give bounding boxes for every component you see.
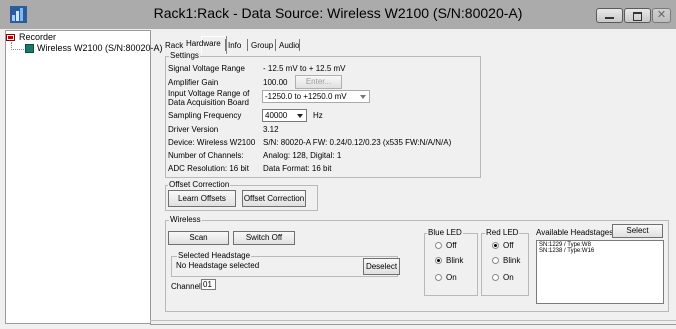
- red-led-blink-label: Blink: [503, 256, 521, 265]
- blue-led-blink-label: Blink: [446, 256, 464, 265]
- close-button[interactable]: ✕: [652, 8, 671, 23]
- red-led-blink-radio[interactable]: [492, 257, 499, 264]
- maximize-button[interactable]: [624, 8, 651, 23]
- red-led-on-radio[interactable]: [492, 274, 499, 281]
- tab-group[interactable]: Group: [251, 41, 273, 50]
- amp-gain-value: 100.00: [263, 78, 288, 87]
- tab-separator: [247, 39, 248, 51]
- panel-bottom-line: [150, 324, 676, 325]
- selected-headstage-value: No Headstage selected: [176, 261, 260, 270]
- tab-rack[interactable]: Rack: [165, 41, 183, 50]
- channels-label: Number of Channels:: [168, 151, 244, 160]
- device-label: Device: Wireless W2100: [168, 138, 256, 147]
- channels-value: Analog: 128, Digital: 1: [263, 151, 342, 160]
- list-item[interactable]: SN:1238 / Type:W16: [539, 248, 594, 254]
- red-led-title: Red LED: [485, 228, 520, 237]
- blue-led-blink-radio[interactable]: [435, 257, 442, 264]
- sampling-value: 40000: [265, 111, 288, 120]
- red-led-off-radio[interactable]: [492, 242, 499, 249]
- tab-separator: [275, 39, 276, 51]
- device-icon: [25, 44, 34, 53]
- sampling-label: Sampling Frequency: [168, 111, 242, 120]
- amp-gain-label: Amplifier Gain: [168, 78, 219, 87]
- red-led-on-label: On: [503, 273, 514, 282]
- device-value: S/N: 80020-A FW: 0.24/0.12/0.23 (x535 FW…: [263, 138, 452, 147]
- channel-input[interactable]: 01: [201, 279, 216, 290]
- tab-info[interactable]: Info: [228, 41, 241, 50]
- tree-item-recorder[interactable]: Recorder: [19, 32, 56, 42]
- tab-separator: [299, 39, 300, 51]
- blue-led-off-label: Off: [446, 241, 457, 250]
- blue-led-on-label: On: [446, 273, 457, 282]
- tab-separator: [225, 39, 226, 51]
- adc-label: ADC Resolution: 16 bit: [168, 164, 249, 173]
- tree-item-wireless-w2100[interactable]: Wireless W2100 (S/N:80020-A): [37, 43, 163, 53]
- deselect-button[interactable]: Deselect: [363, 258, 400, 275]
- tree-connector: [11, 49, 24, 50]
- driver-label: Driver Version: [168, 125, 219, 134]
- offset-correction-button[interactable]: Offset Correction: [242, 190, 306, 207]
- learn-offsets-button[interactable]: Learn Offsets: [168, 190, 236, 207]
- recorder-icon: [6, 34, 15, 41]
- blue-led-title: Blue LED: [427, 228, 463, 237]
- available-headstages-list[interactable]: SN:1229 / Type:W8 SN:1238 / Type:W16: [536, 240, 664, 304]
- sampling-unit: Hz: [313, 111, 323, 120]
- signal-voltage-label: Signal Voltage Range: [168, 64, 245, 73]
- blue-led-off-radio[interactable]: [435, 242, 442, 249]
- scan-button[interactable]: Scan: [168, 231, 229, 245]
- select-button[interactable]: Select: [612, 224, 663, 238]
- switch-off-button[interactable]: Switch Off: [233, 231, 295, 245]
- enter-button[interactable]: Enter...: [295, 75, 342, 89]
- input-range-label: Input Voltage Range of: [168, 89, 250, 98]
- device-tree[interactable]: [5, 30, 151, 324]
- offset-title: Offset Correction: [168, 180, 231, 189]
- tab-audio[interactable]: Audio: [279, 41, 299, 50]
- maximize-icon: [633, 12, 642, 21]
- available-headstages-label: Available Headstages:: [536, 228, 616, 237]
- wireless-title: Wireless: [169, 215, 202, 224]
- input-range-value: -1250.0 to +1250.0 mV: [265, 92, 347, 101]
- tab-hardware[interactable]: Hardware: [186, 39, 221, 48]
- window-title: Rack1:Rack - Data Source: Wireless W2100…: [153, 5, 523, 21]
- blue-led-on-radio[interactable]: [435, 274, 442, 281]
- input-range-label-2: Data Acquisition Board: [168, 98, 249, 107]
- panel-bottom-edge: [150, 320, 676, 321]
- channel-label: Channel:: [171, 282, 204, 291]
- driver-value: 3.12: [263, 125, 279, 134]
- chevron-down-icon: [360, 95, 366, 99]
- signal-voltage-value: - 12.5 mV to + 12.5 mV: [263, 64, 346, 73]
- selected-headstage-title: Selected Headstage: [177, 251, 252, 260]
- minimize-button[interactable]: [596, 8, 623, 23]
- minimize-icon: [605, 17, 614, 19]
- input-range-combo[interactable]: -1250.0 to +1250.0 mV: [262, 90, 370, 103]
- chevron-down-icon: [297, 114, 303, 118]
- close-icon: ✕: [656, 9, 667, 21]
- adc-value: Data Format: 16 bit: [263, 164, 332, 173]
- red-led-off-label: Off: [503, 241, 514, 250]
- settings-title: Settings: [169, 51, 200, 60]
- sampling-combo[interactable]: 40000: [262, 109, 307, 122]
